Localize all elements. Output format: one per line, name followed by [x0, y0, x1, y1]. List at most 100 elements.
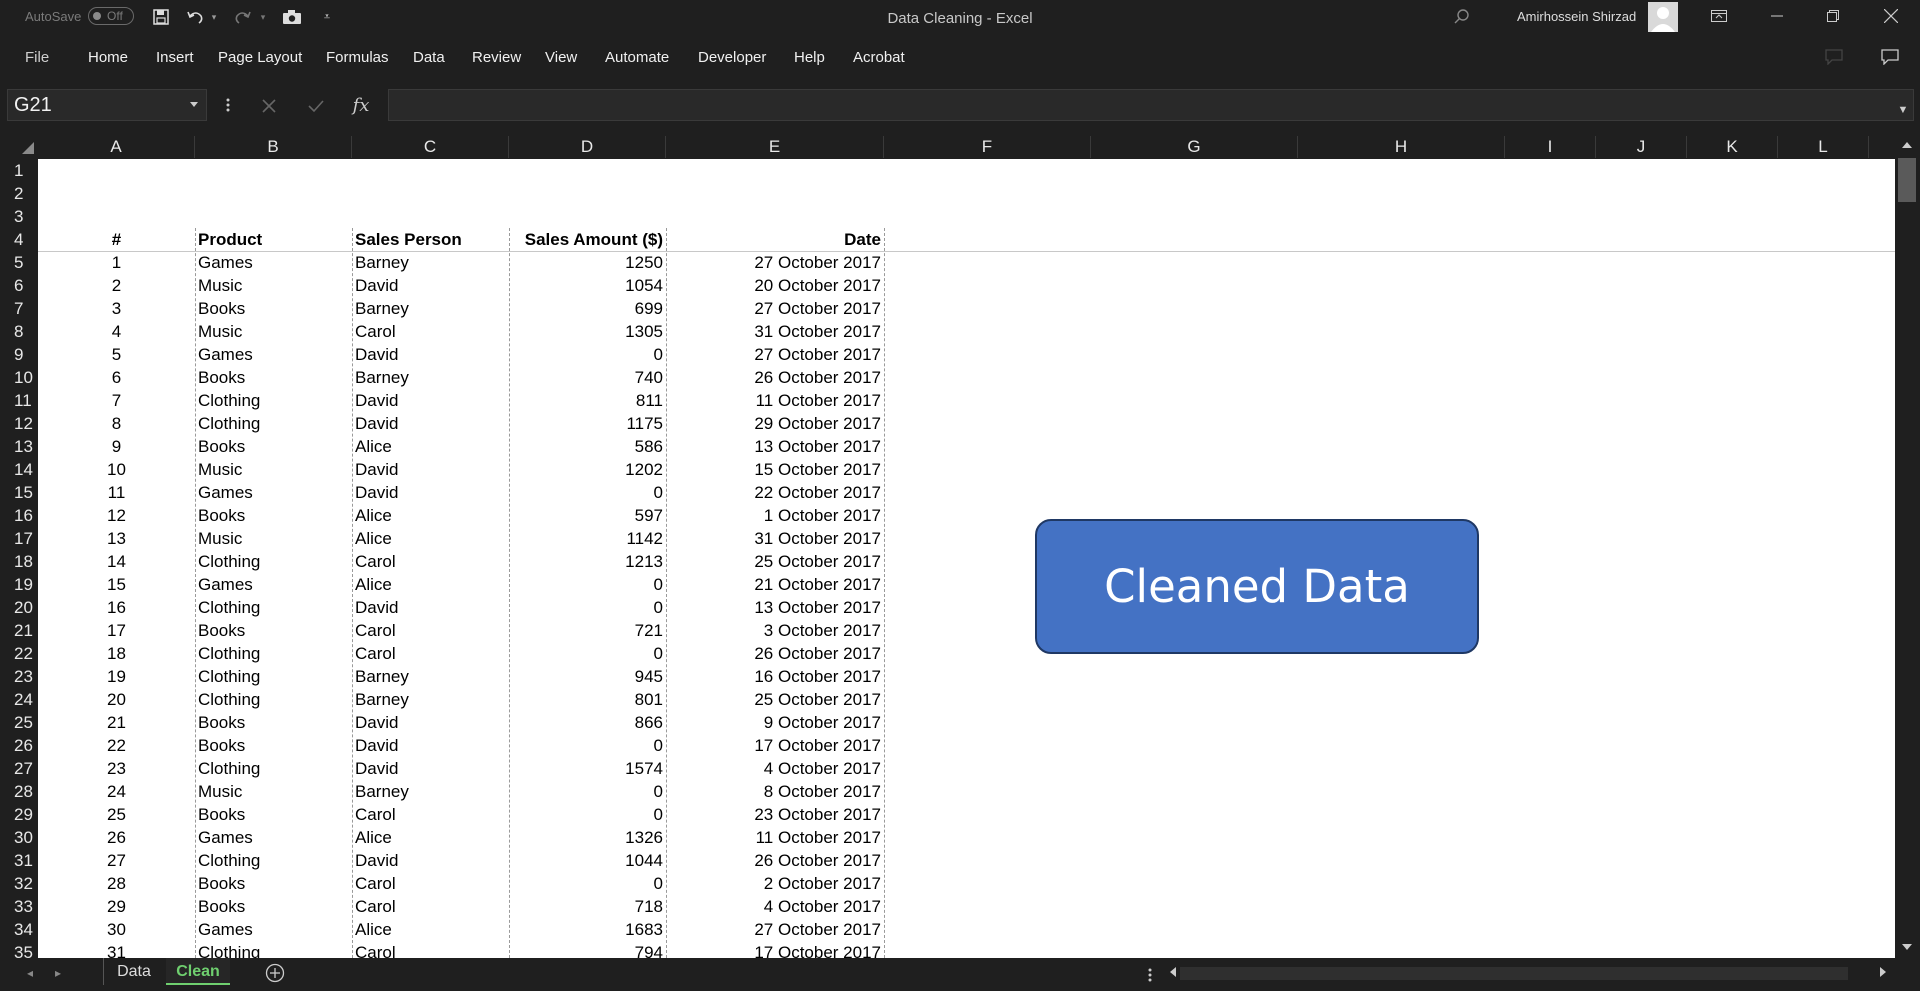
- cell-sales-person[interactable]: Barney: [352, 251, 509, 274]
- column-header[interactable]: L: [1778, 136, 1869, 158]
- cell-number[interactable]: 2: [38, 274, 195, 297]
- cell-number[interactable]: 30: [38, 918, 195, 941]
- cell-sales-amount[interactable]: 0: [509, 343, 666, 366]
- cell-date[interactable]: 23 October 2017: [666, 803, 884, 826]
- row-header[interactable]: 19: [0, 573, 37, 596]
- column-heading[interactable]: Product: [195, 228, 352, 251]
- row-header[interactable]: 31: [0, 849, 37, 872]
- sheet-cells[interactable]: # Product Sales Person Sales Amount ($) Date…: [38, 159, 1895, 958]
- cell-number[interactable]: 12: [38, 504, 195, 527]
- column-header[interactable]: I: [1505, 136, 1596, 158]
- cell-sales-amount[interactable]: 1175: [509, 412, 666, 435]
- scroll-tabs-left-icon[interactable]: ◂: [22, 962, 38, 984]
- cell-date[interactable]: 26 October 2017: [666, 366, 884, 389]
- customize-qat-icon[interactable]: ⩡: [318, 6, 336, 28]
- sheet-tab-data[interactable]: Data: [103, 958, 164, 985]
- cell-date[interactable]: 26 October 2017: [666, 642, 884, 665]
- cell-sales-person[interactable]: David: [352, 481, 509, 504]
- cell-sales-person[interactable]: Carol: [352, 320, 509, 343]
- row-header[interactable]: 1: [0, 159, 37, 182]
- cell-product[interactable]: Music: [195, 527, 352, 550]
- select-all-icon[interactable]: [22, 142, 34, 154]
- cell-date[interactable]: 3 October 2017: [666, 619, 884, 642]
- cell-sales-person[interactable]: David: [352, 274, 509, 297]
- restore-icon[interactable]: [1810, 0, 1856, 32]
- cell-product[interactable]: Music: [195, 320, 352, 343]
- cell-number[interactable]: 28: [38, 872, 195, 895]
- row-header[interactable]: 16: [0, 504, 37, 527]
- row-header[interactable]: 13: [0, 435, 37, 458]
- cell-number[interactable]: 16: [38, 596, 195, 619]
- row-header[interactable]: 18: [0, 550, 37, 573]
- cell-sales-person[interactable]: Barney: [352, 780, 509, 803]
- cell-sales-person[interactable]: Carol: [352, 803, 509, 826]
- tab-developer[interactable]: Developer: [698, 49, 766, 66]
- cell-product[interactable]: Books: [195, 803, 352, 826]
- row-header[interactable]: 9: [0, 343, 37, 366]
- cell-number[interactable]: 24: [38, 780, 195, 803]
- cell-sales-person[interactable]: Barney: [352, 366, 509, 389]
- tab-help[interactable]: Help: [794, 49, 825, 66]
- autosave-toggle[interactable]: Off: [88, 7, 134, 25]
- cell-date[interactable]: 8 October 2017: [666, 780, 884, 803]
- cell-product[interactable]: Games: [195, 826, 352, 849]
- cell-number[interactable]: 25: [38, 803, 195, 826]
- cell-date[interactable]: 4 October 2017: [666, 895, 884, 918]
- tab-split-handle-icon[interactable]: [1144, 964, 1156, 986]
- cell-product[interactable]: Clothing: [195, 688, 352, 711]
- cell-sales-person[interactable]: Alice: [352, 527, 509, 550]
- cell-date[interactable]: 25 October 2017: [666, 550, 884, 573]
- cell-number[interactable]: 4: [38, 320, 195, 343]
- row-header[interactable]: 2: [0, 182, 37, 205]
- cell-date[interactable]: 25 October 2017: [666, 688, 884, 711]
- row-header[interactable]: 30: [0, 826, 37, 849]
- insert-function-icon[interactable]: fx: [350, 94, 372, 116]
- row-header[interactable]: 12: [0, 412, 37, 435]
- cell-product[interactable]: Books: [195, 297, 352, 320]
- cell-date[interactable]: 27 October 2017: [666, 251, 884, 274]
- cell-number[interactable]: 10: [38, 458, 195, 481]
- comments-icon[interactable]: [1822, 46, 1846, 68]
- cell-date[interactable]: 4 October 2017: [666, 757, 884, 780]
- cell-number[interactable]: 14: [38, 550, 195, 573]
- ribbon-display-icon[interactable]: [1696, 0, 1742, 32]
- cell-product[interactable]: Clothing: [195, 389, 352, 412]
- row-header[interactable]: 5: [0, 251, 37, 274]
- row-header[interactable]: 6: [0, 274, 37, 297]
- cell-sales-person[interactable]: Carol: [352, 642, 509, 665]
- column-header[interactable]: G: [1091, 136, 1298, 158]
- cell-sales-amount[interactable]: 1250: [509, 251, 666, 274]
- cell-sales-amount[interactable]: 0: [509, 734, 666, 757]
- cell-product[interactable]: Games: [195, 251, 352, 274]
- cell-product[interactable]: Clothing: [195, 941, 352, 958]
- cell-date[interactable]: 9 October 2017: [666, 711, 884, 734]
- minimize-icon[interactable]: [1754, 0, 1800, 32]
- cell-number[interactable]: 31: [38, 941, 195, 958]
- cell-product[interactable]: Books: [195, 619, 352, 642]
- horizontal-scroll-thumb[interactable]: [1180, 967, 1848, 980]
- cleaned-data-shape[interactable]: Cleaned Data: [1035, 519, 1479, 654]
- formula-input[interactable]: [388, 89, 1914, 121]
- cell-product[interactable]: Music: [195, 274, 352, 297]
- tab-acrobat[interactable]: Acrobat: [853, 49, 905, 66]
- cell-sales-amount[interactable]: 0: [509, 642, 666, 665]
- cell-number[interactable]: 22: [38, 734, 195, 757]
- search-icon[interactable]: [1450, 6, 1474, 28]
- cell-date[interactable]: 2 October 2017: [666, 872, 884, 895]
- cell-date[interactable]: 21 October 2017: [666, 573, 884, 596]
- cell-sales-person[interactable]: David: [352, 458, 509, 481]
- tab-insert[interactable]: Insert: [156, 49, 194, 66]
- cell-date[interactable]: 22 October 2017: [666, 481, 884, 504]
- cell-sales-person[interactable]: Barney: [352, 665, 509, 688]
- tab-formulas[interactable]: Formulas: [326, 49, 389, 66]
- cell-product[interactable]: Music: [195, 780, 352, 803]
- cell-sales-amount[interactable]: 0: [509, 872, 666, 895]
- cell-number[interactable]: 23: [38, 757, 195, 780]
- user-name[interactable]: Amirhossein Shirzad: [1517, 9, 1636, 24]
- close-icon[interactable]: [1868, 0, 1914, 32]
- cell-sales-person[interactable]: David: [352, 757, 509, 780]
- column-header[interactable]: A: [38, 136, 195, 158]
- undo-icon[interactable]: [184, 6, 206, 28]
- cell-date[interactable]: 27 October 2017: [666, 918, 884, 941]
- chevron-down-icon[interactable]: [190, 102, 198, 107]
